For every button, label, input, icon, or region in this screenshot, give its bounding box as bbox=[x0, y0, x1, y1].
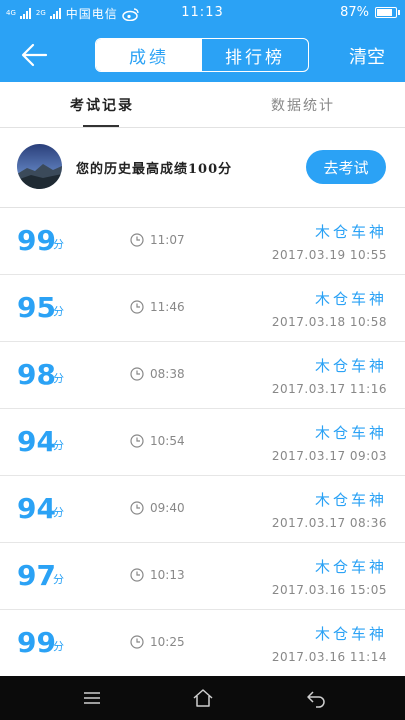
record-username: 木仓车神 bbox=[314, 491, 387, 509]
clock-icon bbox=[130, 300, 144, 314]
battery-icon bbox=[375, 7, 400, 18]
app-root: 4G 2G 中国电信 11:13 87% 成绩 排行榜 清空 考试记录 数据统计 bbox=[0, 0, 405, 720]
subtabs: 考试记录 数据统计 bbox=[0, 82, 405, 128]
record-date: 2017.03.16 11:14 bbox=[271, 650, 387, 664]
record-date: 2017.03.17 09:03 bbox=[271, 449, 387, 463]
record-username: 木仓车神 bbox=[314, 424, 387, 442]
record-score: 98 bbox=[17, 358, 56, 391]
go-exam-button[interactable]: 去考试 bbox=[306, 150, 386, 184]
arrow-left-icon[interactable] bbox=[18, 40, 50, 70]
record-score-unit: 分 bbox=[53, 372, 64, 385]
record-date: 2017.03.17 08:36 bbox=[271, 516, 387, 530]
clock-icon bbox=[130, 367, 144, 381]
tab-indicator bbox=[83, 125, 119, 127]
record-score-unit: 分 bbox=[53, 640, 64, 653]
best-score-panel: 您的历史最高成绩100分 去考试 bbox=[0, 128, 405, 208]
record-username: 木仓车神 bbox=[314, 290, 387, 308]
record-row[interactable]: 94 分 09:40 木仓车神 2017.03.17 08:36 bbox=[0, 476, 405, 543]
record-score: 95 bbox=[17, 291, 56, 324]
best-score-text: 您的历史最高成绩100分 bbox=[76, 162, 233, 177]
record-duration: 11:46 bbox=[150, 300, 185, 314]
record-score-unit: 分 bbox=[53, 238, 64, 251]
tab-scores[interactable]: 成绩 bbox=[96, 39, 202, 71]
record-date: 2017.03.18 10:58 bbox=[271, 315, 387, 329]
avatar[interactable] bbox=[17, 144, 62, 189]
record-duration: 11:07 bbox=[150, 233, 185, 247]
record-score-unit: 分 bbox=[53, 573, 64, 586]
clock-icon bbox=[130, 635, 144, 649]
back-icon[interactable] bbox=[304, 686, 328, 710]
record-row[interactable]: 98 分 08:38 木仓车神 2017.03.17 11:16 bbox=[0, 342, 405, 409]
record-score: 99 bbox=[17, 224, 56, 257]
record-row[interactable]: 99 分 11:07 木仓车神 2017.03.19 10:55 bbox=[0, 208, 405, 275]
avatar-landscape-image bbox=[17, 144, 62, 189]
segmented-control: 成绩 排行榜 bbox=[95, 38, 309, 72]
record-username: 木仓车神 bbox=[314, 558, 387, 576]
record-row[interactable]: 97 分 10:13 木仓车神 2017.03.16 15:05 bbox=[0, 543, 405, 610]
menu-icon[interactable] bbox=[80, 686, 104, 710]
record-duration: 10:13 bbox=[150, 568, 185, 582]
record-score: 94 bbox=[17, 492, 56, 525]
record-score: 99 bbox=[17, 626, 56, 659]
battery-percent: 87% bbox=[340, 5, 369, 20]
clock-icon bbox=[130, 434, 144, 448]
tab-leaderboard[interactable]: 排行榜 bbox=[202, 39, 308, 71]
clock-icon bbox=[130, 233, 144, 247]
record-row[interactable]: 95 分 11:46 木仓车神 2017.03.18 10:58 bbox=[0, 275, 405, 342]
status-bar: 4G 2G 中国电信 11:13 87% bbox=[0, 0, 405, 28]
record-score: 97 bbox=[17, 559, 56, 592]
clock-icon bbox=[130, 568, 144, 582]
records-list: 99 分 11:07 木仓车神 2017.03.19 10:55 95 分 11:46 木仓车神… bbox=[0, 208, 405, 677]
clear-button[interactable]: 清空 bbox=[349, 43, 385, 69]
record-date: 2017.03.17 11:16 bbox=[271, 382, 387, 396]
record-username: 木仓车神 bbox=[314, 357, 387, 375]
record-duration: 09:40 bbox=[150, 501, 185, 515]
record-row[interactable]: 94 分 10:54 木仓车神 2017.03.17 09:03 bbox=[0, 409, 405, 476]
record-score-unit: 分 bbox=[53, 439, 64, 452]
battery-fill bbox=[377, 9, 392, 16]
status-right: 87% bbox=[340, 5, 400, 20]
record-duration: 10:25 bbox=[150, 635, 185, 649]
system-nav-bar bbox=[0, 676, 405, 720]
tab-exam-records[interactable]: 考试记录 bbox=[70, 95, 134, 115]
clock-icon bbox=[130, 501, 144, 515]
record-score-unit: 分 bbox=[53, 506, 64, 519]
tab-data-stats[interactable]: 数据统计 bbox=[271, 95, 335, 115]
record-score-unit: 分 bbox=[53, 305, 64, 318]
header-bar: 成绩 排行榜 清空 bbox=[0, 28, 405, 82]
record-username: 木仓车神 bbox=[314, 625, 387, 643]
record-row[interactable]: 99 分 10:25 木仓车神 2017.03.16 11:14 bbox=[0, 610, 405, 677]
record-date: 2017.03.16 15:05 bbox=[271, 583, 387, 597]
record-duration: 10:54 bbox=[150, 434, 185, 448]
record-duration: 08:38 bbox=[150, 367, 185, 381]
home-icon[interactable] bbox=[191, 686, 215, 710]
record-username: 木仓车神 bbox=[314, 223, 387, 241]
record-score: 94 bbox=[17, 425, 56, 458]
record-date: 2017.03.19 10:55 bbox=[271, 248, 387, 262]
